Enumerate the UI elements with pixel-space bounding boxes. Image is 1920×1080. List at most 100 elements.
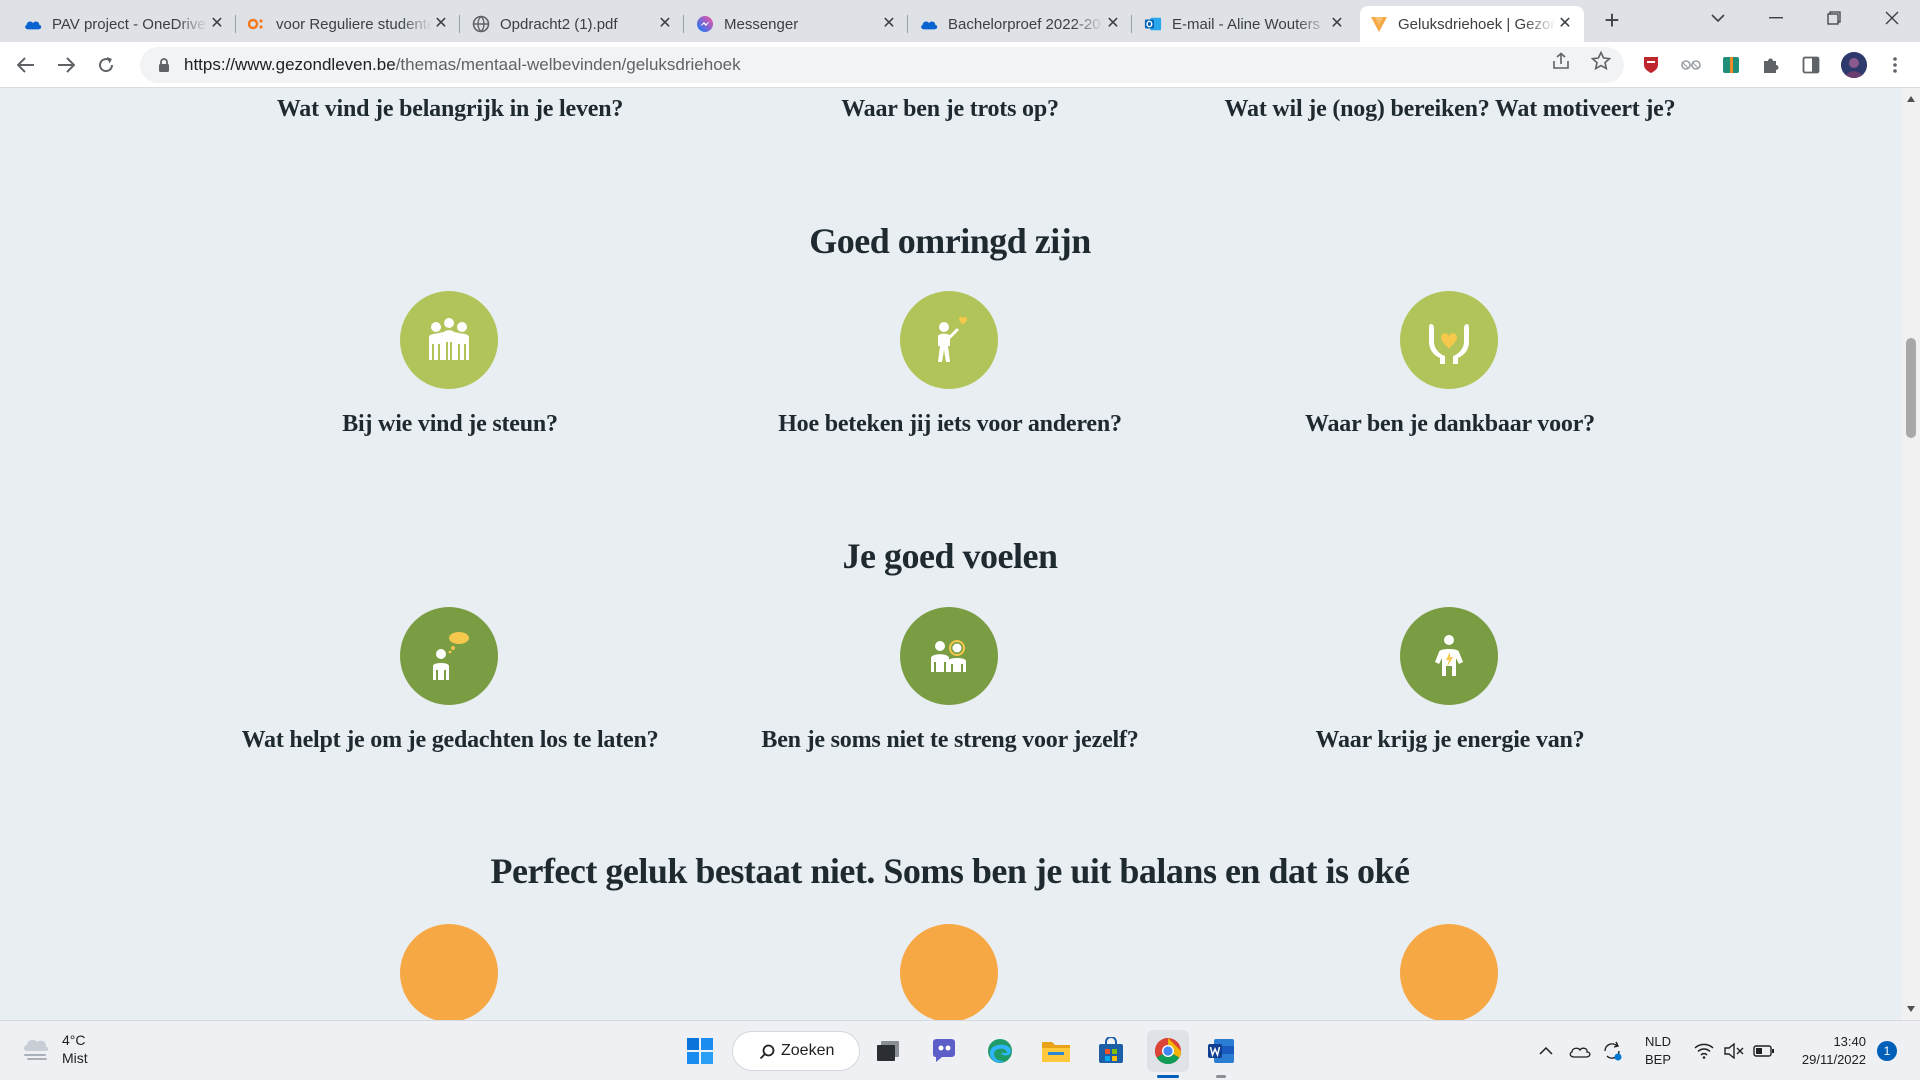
profile-avatar[interactable] <box>1841 52 1867 78</box>
question-trots: Waar ben je trots op? <box>841 96 1059 122</box>
share-icon <box>1553 52 1569 69</box>
close-icon[interactable]: ✕ <box>656 15 674 33</box>
teams-chat-button[interactable] <box>926 1033 962 1069</box>
tab-opdracht2[interactable]: Opdracht2 (1).pdf ✕ <box>462 6 684 42</box>
section-title-goed-omringd: Goed omringd zijn <box>809 221 1091 261</box>
weather-widget[interactable]: 4°C Mist <box>20 1031 88 1067</box>
weather-condition: Mist <box>62 1050 88 1066</box>
task-view-button[interactable] <box>870 1033 906 1069</box>
close-icon[interactable]: ✕ <box>1104 15 1122 33</box>
question-bereiken: Wat wil je (nog) bereiken? Wat motiveert… <box>1224 96 1676 122</box>
orange-circle-icon <box>1400 924 1498 1020</box>
outlook-icon <box>1144 15 1162 33</box>
person-thought-icon <box>400 607 498 705</box>
tab-title: voor Reguliere studenten <box>276 15 432 33</box>
forward-button[interactable] <box>52 51 80 79</box>
windows-taskbar: 4°C Mist Zoeken NLD BEP 13:40 29/11/2022… <box>0 1020 1920 1080</box>
store-button[interactable] <box>1093 1033 1129 1069</box>
reload-button[interactable] <box>92 51 120 79</box>
section-title-goed-voelen: Je goed voelen <box>842 536 1058 576</box>
page-viewport: Wat vind je belangrijk in je leven? Waar… <box>0 88 1902 1020</box>
language-indicator[interactable]: NLD BEP <box>1640 1033 1676 1069</box>
tab-pav-project[interactable]: PAV project - OneDrive ✕ <box>14 6 236 42</box>
word-icon <box>1208 1039 1234 1063</box>
sync-tray-icon[interactable] <box>1600 1033 1624 1069</box>
back-button[interactable] <box>12 51 40 79</box>
chrome-button[interactable] <box>1147 1030 1189 1072</box>
word-button[interactable] <box>1203 1033 1239 1069</box>
running-indicator <box>1157 1075 1179 1078</box>
tab-title: Messenger <box>724 15 799 33</box>
weather-temp: 4°C <box>62 1032 86 1048</box>
person-energy-icon <box>1400 607 1498 705</box>
page-scrollbar[interactable] <box>1902 88 1920 1020</box>
start-button[interactable] <box>682 1033 718 1069</box>
tab-title: E-mail - Aline Wouters <box>1172 15 1321 33</box>
question-betekenen: Hoe beteken jij iets voor anderen? <box>778 411 1122 437</box>
chat-icon <box>933 1039 955 1062</box>
arrow-left-icon <box>17 57 34 73</box>
address-bar[interactable]: https://www.gezondleven.be/themas/mentaa… <box>140 47 1624 83</box>
globe-icon <box>472 15 490 33</box>
section-title-perfect-geluk: Perfect geluk bestaat niet. Soms ben je … <box>490 851 1410 891</box>
extension-book-icon[interactable] <box>1720 54 1742 76</box>
tab-geluksdriehoek[interactable]: Geluksdriehoek | Gezond Leven ✕ <box>1360 6 1584 42</box>
url-host: https://www.gezondleven.be <box>184 55 396 74</box>
bookmark-button[interactable] <box>1590 50 1612 72</box>
tab-messenger[interactable]: Messenger ✕ <box>686 6 908 42</box>
onedrive-tray-icon[interactable] <box>1568 1033 1592 1069</box>
battery-icon[interactable] <box>1752 1033 1776 1069</box>
running-indicator <box>1216 1075 1226 1078</box>
close-window-button[interactable] <box>1864 0 1920 36</box>
file-explorer-button[interactable] <box>1038 1033 1074 1069</box>
url-text: https://www.gezondleven.be/themas/mentaa… <box>184 55 741 75</box>
tab-title: Geluksdriehoek | Gezond Leven <box>1398 15 1556 33</box>
clock-date: 29/11/2022 <box>1801 1052 1866 1067</box>
arrow-right-icon <box>58 57 75 73</box>
edge-button[interactable] <box>982 1033 1018 1069</box>
lock-icon <box>156 57 172 73</box>
close-icon[interactable]: ✕ <box>432 15 450 33</box>
fog-cloud-icon <box>24 1039 49 1060</box>
tab-email[interactable]: E-mail - Aline Wouters ✕ <box>1134 6 1356 42</box>
tab-search-button[interactable] <box>1690 0 1746 36</box>
extensions-puzzle-icon[interactable] <box>1760 54 1782 76</box>
two-people-icon <box>900 607 998 705</box>
tab-toledo[interactable]: voor Reguliere studenten ✕ <box>238 6 460 42</box>
scrollbar-thumb[interactable] <box>1906 338 1916 438</box>
close-icon[interactable]: ✕ <box>208 15 226 33</box>
scroll-up-icon[interactable] <box>1907 96 1915 102</box>
clock[interactable]: 13:40 29/11/2022 <box>1786 1033 1866 1069</box>
menu-kebab-icon[interactable] <box>1884 54 1906 76</box>
extension-shield-icon[interactable] <box>1640 54 1662 76</box>
extension-glasses-icon[interactable] <box>1680 54 1702 76</box>
wifi-icon[interactable] <box>1692 1033 1716 1069</box>
new-tab-button[interactable]: + <box>1600 7 1624 33</box>
taskbar-search[interactable]: Zoeken <box>732 1031 860 1071</box>
language-code: NLD <box>1644 1034 1671 1049</box>
side-panel-icon[interactable] <box>1800 54 1822 76</box>
store-icon <box>1099 1037 1123 1063</box>
question-gedachten: Wat helpt je om je gedachten los te late… <box>241 727 659 753</box>
volume-muted-icon[interactable] <box>1722 1033 1746 1069</box>
minimize-button[interactable] <box>1748 0 1804 36</box>
restore-button[interactable] <box>1806 0 1862 36</box>
url-path: /themas/mentaal-welbevinden/geluksdrieho… <box>395 55 741 74</box>
tab-title: Opdracht2 (1).pdf <box>500 15 618 33</box>
close-icon[interactable]: ✕ <box>1556 15 1574 33</box>
chrome-icon <box>1154 1037 1182 1065</box>
person-heart-icon <box>900 291 998 389</box>
share-button[interactable] <box>1550 50 1572 72</box>
tab-strip: PAV project - OneDrive ✕ voor Reguliere … <box>0 0 1920 42</box>
close-icon[interactable]: ✕ <box>1328 15 1346 33</box>
close-icon[interactable]: ✕ <box>880 15 898 33</box>
question-belangrijk: Wat vind je belangrijk in je leven? <box>276 96 624 122</box>
tab-bachelorproef[interactable]: Bachelorproef 2022-2023 ✕ <box>910 6 1132 42</box>
close-icon <box>1885 11 1899 25</box>
edge-icon <box>988 1039 1012 1063</box>
scroll-down-icon[interactable] <box>1907 1006 1915 1012</box>
keyboard-layout: BEP <box>1644 1052 1671 1067</box>
onedrive-icon <box>920 15 938 33</box>
notification-badge[interactable]: 1 <box>1877 1041 1897 1061</box>
tray-overflow-button[interactable] <box>1536 1033 1556 1069</box>
